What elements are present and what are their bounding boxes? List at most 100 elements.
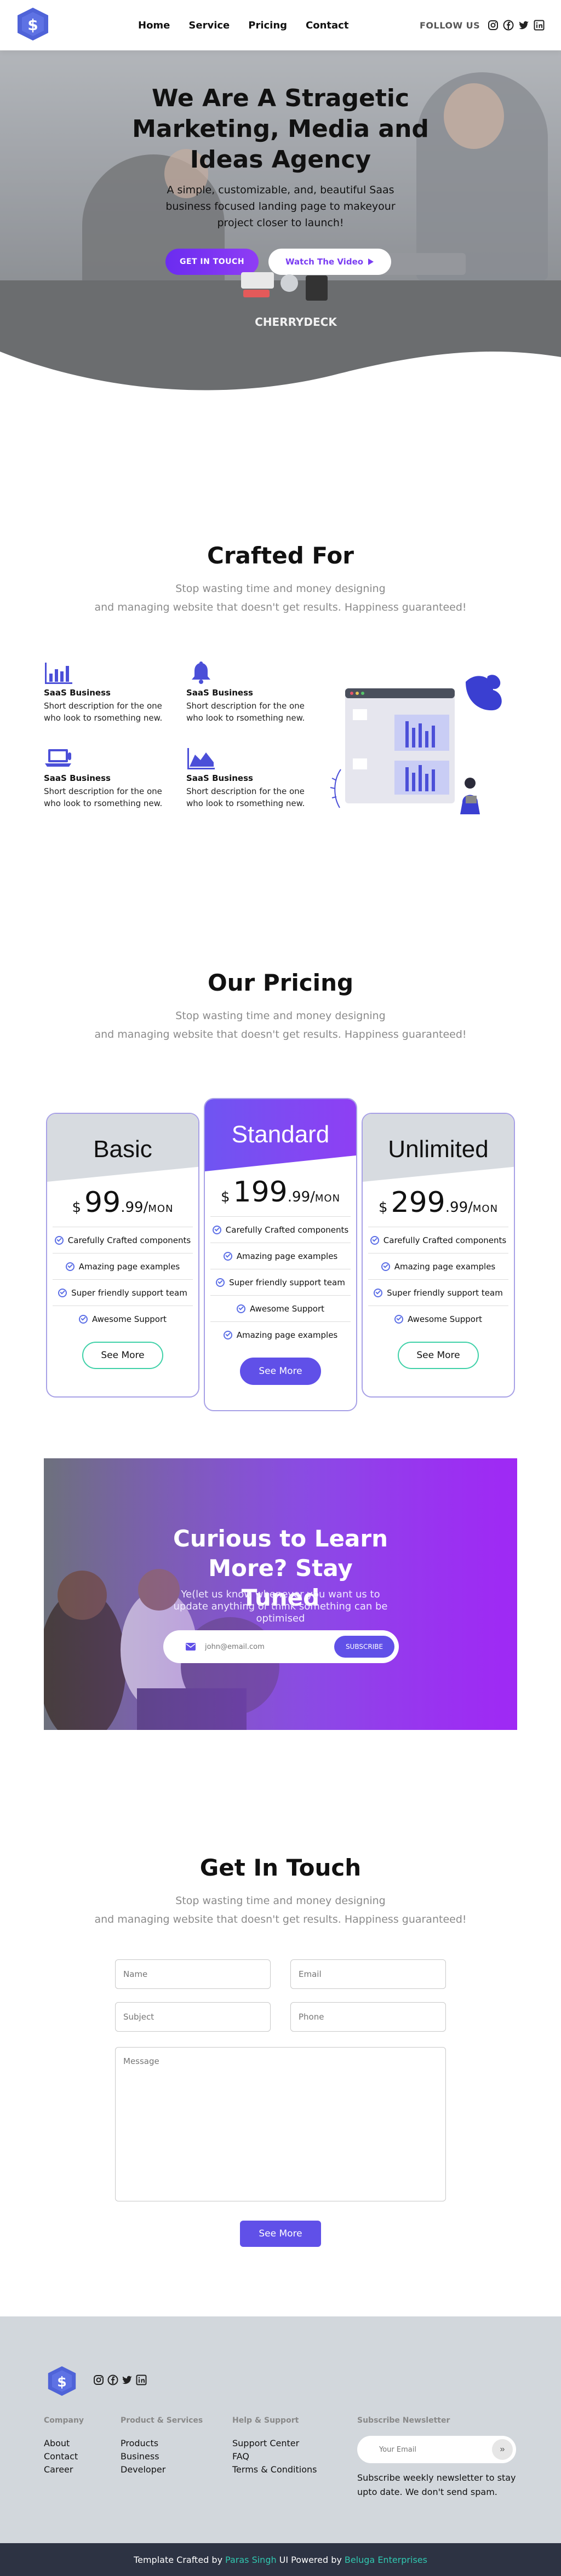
- newsletter-banner: Curious to Learn More? Stay Tuned Ye(let…: [44, 1458, 517, 1730]
- check-circle-icon: [370, 1235, 379, 1245]
- see-more-button-basic[interactable]: See More: [82, 1342, 163, 1369]
- check-circle-icon: [58, 1288, 67, 1297]
- svg-text:$: $: [57, 2374, 67, 2390]
- price-amount: 99: [84, 1186, 121, 1219]
- credit-author-link[interactable]: Paras Singh: [225, 2555, 277, 2565]
- pricing-title: Our Pricing: [207, 969, 354, 996]
- check-circle-icon: [381, 1262, 390, 1271]
- laptop-stickers: CHERRYDECK: [241, 272, 337, 329]
- plan-feature: Amazing page examples: [368, 1253, 508, 1279]
- newsletter-subtitle: Ye(let us know whenever you want us to u…: [173, 1589, 388, 1624]
- footer-link-business[interactable]: Business: [121, 2450, 203, 2463]
- newsletter-form: SUBSCRIBE: [163, 1630, 399, 1663]
- footer-heading: Product & Services: [121, 2416, 203, 2425]
- email-field[interactable]: [290, 1959, 446, 1989]
- footer-newsletter-desc: Subscribe weekly newsletter to stay upto…: [357, 2473, 516, 2497]
- footer-heading: Company: [44, 2416, 84, 2425]
- footer-heading: Help & Support: [232, 2416, 299, 2425]
- contact-submit-button[interactable]: See More: [240, 2221, 321, 2247]
- footer-link-faq[interactable]: FAQ: [232, 2450, 317, 2463]
- nav-home[interactable]: Home: [138, 20, 170, 31]
- feature-title: SaaS Business: [186, 773, 253, 783]
- pricing-card-unlimited: Unlimited $ 299 .99/ MON Carefully Craft…: [362, 1113, 515, 1398]
- price-cents: .99/: [445, 1199, 473, 1216]
- credit-company-link[interactable]: Beluga Enterprises: [345, 2555, 427, 2565]
- watch-video-button[interactable]: Watch The Video: [268, 249, 391, 275]
- pricing-subtitle: Stop wasting time and money designing an…: [0, 1007, 561, 1044]
- crafted-subtitle-line2: and managing website that doesn't get re…: [94, 601, 467, 613]
- footer-subscribe-arrow-button[interactable]: »: [492, 2439, 513, 2460]
- crafted-subtitle: Stop wasting time and money designing an…: [0, 579, 561, 617]
- plan-price: $ 99 .99/ MON: [47, 1182, 198, 1227]
- facebook-icon[interactable]: [503, 20, 514, 31]
- dollar-shield-logo-icon[interactable]: $: [47, 2365, 77, 2397]
- nav-contact[interactable]: Contact: [306, 20, 348, 31]
- feature-desc: Short description for the one who look t…: [186, 786, 305, 808]
- dashboard-illustration: [330, 675, 502, 814]
- plan-feature: Carefully Crafted components: [210, 1216, 351, 1243]
- plan-price: $ 199 .99/ MON: [205, 1171, 356, 1216]
- nav-service[interactable]: Service: [188, 20, 230, 31]
- plan-feature-label: Awesome Support: [249, 1303, 325, 1314]
- plan-feature-label: Amazing page examples: [236, 1330, 338, 1340]
- subject-field[interactable]: [115, 2002, 271, 2032]
- pricing-subtitle-line2: and managing website that doesn't get re…: [94, 1028, 467, 1040]
- price-currency: $: [220, 1189, 230, 1205]
- footer-link-products[interactable]: Products: [121, 2437, 203, 2450]
- plan-name: Basic: [93, 1136, 152, 1163]
- see-more-button-standard[interactable]: See More: [240, 1358, 321, 1385]
- plan-price: $ 299 .99/ MON: [363, 1182, 514, 1227]
- price-amount: 199: [233, 1176, 288, 1209]
- footer-link-career[interactable]: Career: [44, 2463, 84, 2476]
- dollar-shield-logo-icon[interactable]: $: [16, 7, 49, 42]
- footer-column-newsletter: Subscribe Newsletter: [357, 2416, 450, 2437]
- linkedin-icon[interactable]: [534, 20, 545, 31]
- footer-link-contact[interactable]: Contact: [44, 2450, 84, 2463]
- price-currency: $: [72, 1199, 82, 1216]
- instagram-icon[interactable]: [93, 2374, 104, 2385]
- nav-pricing[interactable]: Pricing: [248, 20, 287, 31]
- pricing-subtitle-line1: Stop wasting time and money designing: [175, 1010, 386, 1022]
- get-in-touch-button[interactable]: GET IN TOUCH: [165, 249, 259, 275]
- feature-title: SaaS Business: [44, 688, 111, 698]
- check-circle-icon: [216, 1278, 225, 1287]
- plan-feature-label: Super friendly support team: [387, 1287, 503, 1298]
- footer-email-input[interactable]: [379, 2445, 492, 2454]
- credit-bar: Template Crafted by Paras Singh UI Power…: [0, 2543, 561, 2576]
- linkedin-icon[interactable]: [136, 2374, 147, 2385]
- hero-wave-divider: [0, 352, 561, 401]
- plan-header: Standard: [205, 1099, 356, 1171]
- double-chevron-right-icon: »: [500, 2445, 505, 2454]
- bar-chart-icon: [45, 663, 72, 684]
- instagram-icon[interactable]: [488, 20, 499, 31]
- hero-section: We Are A Stragetic Marketing, Media and …: [0, 50, 561, 401]
- newsletter-email-input[interactable]: [205, 1642, 334, 1651]
- contact-subtitle-line1: Stop wasting time and money designing: [175, 1895, 386, 1907]
- follow-us: FOLLOW US: [420, 20, 545, 31]
- footer-link-developer[interactable]: Developer: [121, 2463, 203, 2476]
- phone-field[interactable]: [290, 2002, 446, 2032]
- plan-feature: Super friendly support team: [210, 1269, 351, 1295]
- subscribe-button[interactable]: SUBSCRIBE: [334, 1636, 394, 1658]
- follow-us-label: FOLLOW US: [420, 20, 480, 31]
- twitter-icon[interactable]: [518, 20, 529, 31]
- plan-feature: Amazing page examples: [210, 1321, 351, 1348]
- main-nav: Home Service Pricing Contact: [138, 20, 348, 31]
- footer-link-support-center[interactable]: Support Center: [232, 2437, 317, 2450]
- price-period: MON: [314, 1193, 341, 1204]
- name-field[interactable]: [115, 1959, 271, 1989]
- plan-feature-label: Carefully Crafted components: [67, 1235, 191, 1245]
- see-more-button-unlimited[interactable]: See More: [398, 1342, 479, 1369]
- plan-feature-label: Amazing page examples: [236, 1251, 338, 1261]
- feature-item: SaaS Business Short description for the …: [44, 746, 175, 809]
- site-header: $ Home Service Pricing Contact FOLLOW US: [0, 0, 561, 50]
- footer-link-about[interactable]: About: [44, 2437, 84, 2450]
- footer-link-terms[interactable]: Terms & Conditions: [232, 2463, 317, 2476]
- envelope-icon: [186, 1643, 196, 1651]
- feature-item: SaaS Business Short description for the …: [186, 746, 318, 809]
- feature-title: SaaS Business: [186, 688, 253, 698]
- twitter-icon[interactable]: [122, 2374, 133, 2385]
- facebook-icon[interactable]: [107, 2374, 118, 2385]
- plan-feature: Amazing page examples: [53, 1253, 193, 1279]
- message-field[interactable]: [115, 2047, 446, 2201]
